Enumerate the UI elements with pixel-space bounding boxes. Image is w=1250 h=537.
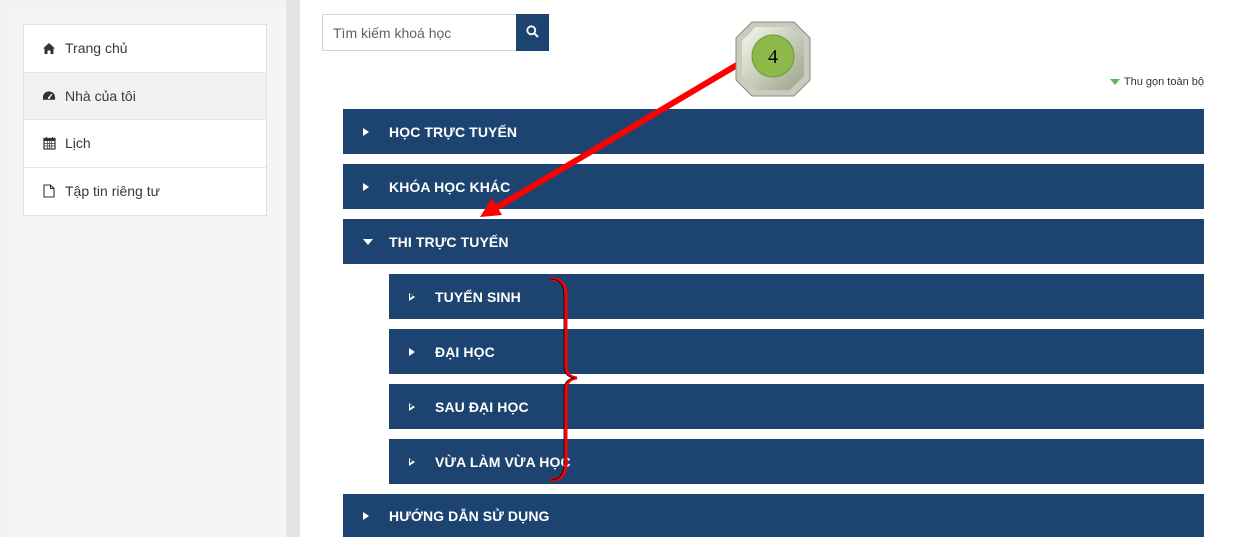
nav-item-calendar[interactable]: Lịch [24,120,266,168]
left-column: Trang chủ Nhà của tôi Lịch Tập tin riêng… [8,8,286,537]
collapse-all-label: Thu gọn toàn bộ [1123,76,1204,88]
collapse-triangle-icon [1109,79,1120,85]
subcategory-tuyen-sinh[interactable]: TUYỂN SINH [389,274,1204,319]
caret-right-icon [363,127,383,136]
category-label: HỌC TRỰC TUYẾN [389,123,518,140]
subcategory-sau-dai-hoc[interactable]: SAU ĐẠI HỌC [389,384,1204,429]
search-icon [526,24,539,41]
subcategory-vua-lam-vua-hoc[interactable]: VỪA LÀM VỪA HỌC [389,439,1204,484]
category-label: HƯỚNG DẪN SỬ DỤNG [389,507,550,524]
nav-item-label: Trang chủ [65,40,128,57]
nav-item-label: Tập tin riêng tư [65,183,160,200]
course-search [322,14,549,51]
category-huong-dan-su-dung[interactable]: HƯỚNG DẪN SỬ DỤNG [343,494,1204,537]
nav-item-label: Nhà của tôi [65,87,136,104]
category-label: TUYỂN SINH [435,288,521,305]
file-icon [42,184,56,198]
nav-item-home[interactable]: Trang chủ [24,25,266,73]
column-divider [286,0,300,537]
category-hoc-truc-tuyen[interactable]: HỌC TRỰC TUYẾN [343,109,1204,154]
home-icon [42,41,56,55]
caret-right-icon [363,182,383,191]
caret-right-icon [409,347,429,356]
search-input[interactable] [322,14,516,51]
category-thi-truc-tuyen[interactable]: THI TRỰC TUYẾN [343,219,1204,264]
caret-right-icon [363,511,383,520]
caret-down-icon [363,238,383,245]
category-khoa-hoc-khac[interactable]: KHÓA HỌC KHÁC [343,164,1204,209]
nav-item-label: Lịch [65,135,91,152]
page: Trang chủ Nhà của tôi Lịch Tập tin riêng… [0,0,1250,537]
search-button[interactable] [516,14,549,51]
collapse-all-link[interactable]: Thu gọn toàn bộ [1109,76,1204,88]
category-label: ĐẠI HỌC [435,343,495,360]
caret-right-outline-icon [409,457,429,466]
dashboard-icon [42,89,56,103]
category-label: THI TRỰC TUYẾN [389,233,509,250]
caret-right-outline-icon [409,292,429,301]
subcategory-dai-hoc[interactable]: ĐẠI HỌC [389,329,1204,374]
nav-item-private-files[interactable]: Tập tin riêng tư [24,168,266,216]
category-label: SAU ĐẠI HỌC [435,398,529,415]
caret-right-outline-icon [409,402,429,411]
category-label: VỪA LÀM VỪA HỌC [435,453,571,470]
calendar-icon [42,136,56,150]
nav-drawer: Trang chủ Nhà của tôi Lịch Tập tin riêng… [23,24,267,216]
category-label: KHÓA HỌC KHÁC [389,178,511,195]
nav-item-dashboard[interactable]: Nhà của tôi [24,72,266,120]
